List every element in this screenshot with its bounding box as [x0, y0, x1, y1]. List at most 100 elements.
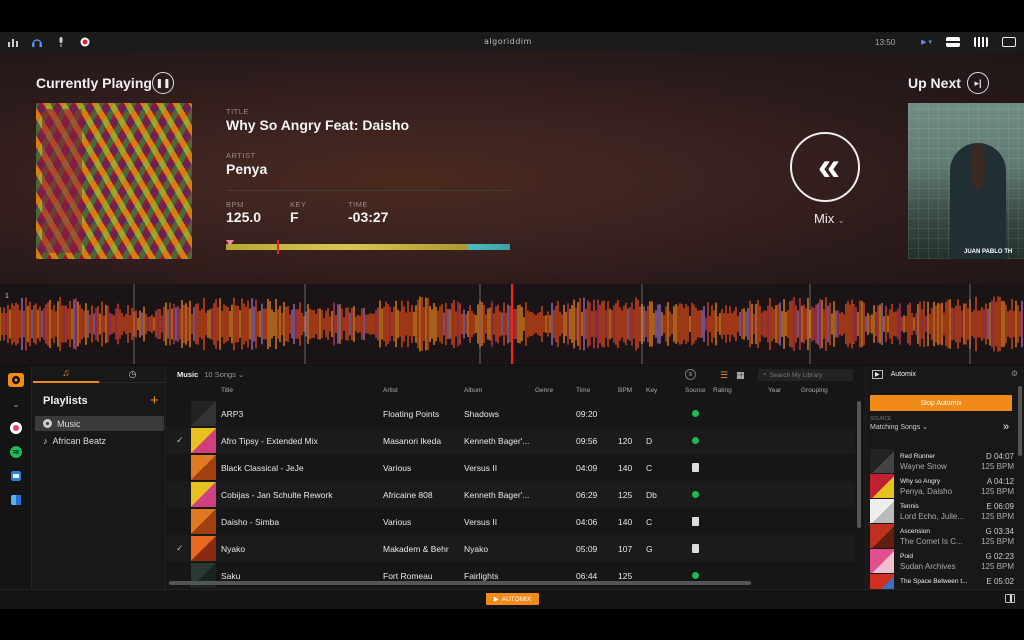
output-select-icon[interactable]: ▶ ▾ [921, 38, 932, 46]
fullscreen-icon[interactable] [1002, 37, 1016, 47]
playlist-label: African Beatz [52, 435, 107, 446]
column-artist[interactable]: Artist [383, 387, 398, 394]
djay-icon[interactable] [8, 373, 24, 387]
search-icon: ⌕ [763, 371, 767, 378]
video-icon[interactable] [8, 469, 24, 483]
time-remaining: -03:27 [348, 209, 389, 225]
mix-mode-select[interactable]: Mix ⌄ [814, 211, 845, 226]
playlist-item-music[interactable]: Music [35, 416, 164, 431]
pause-button[interactable]: ❚❚ [152, 72, 174, 94]
top-bar: algoriddim 13:50 ▶ ▾ [0, 32, 1024, 52]
columns-layout-icon[interactable] [974, 37, 988, 47]
automix-scrollbar[interactable] [1018, 386, 1022, 456]
add-playlist-button[interactable]: + [150, 392, 159, 409]
track-artist: Penya [226, 161, 268, 177]
table-header: Title Artist Album Genre Time BPM Key So… [167, 386, 863, 397]
tab-playlists[interactable]: ♫ [33, 366, 99, 383]
microphone-icon[interactable] [56, 37, 66, 47]
list-view-button[interactable]: ☰ [720, 370, 728, 381]
cell-album: Nyako [464, 544, 489, 554]
rewind-chevrons-icon: « [817, 144, 840, 189]
column-grouping[interactable]: Grouping [801, 387, 828, 394]
table-row[interactable]: ARP3 Floating Points Shadows 09:20 [167, 400, 855, 427]
song-table: Music 10 Songs ⌄ ≡ ☰ ▦ ⌕ Search My Libra… [167, 366, 863, 609]
stop-automix-button[interactable]: Stop Automix [870, 395, 1012, 411]
grid-view-button[interactable]: ▦ [736, 370, 745, 381]
column-bpm[interactable]: BPM [618, 387, 632, 394]
cell-album: Kenneth Bager'... [464, 436, 530, 446]
double-chevron-right-icon: » [1003, 421, 1010, 433]
queue-key-time: A 04:12 [986, 477, 1014, 486]
column-title[interactable]: Title [221, 387, 233, 394]
checkmark-icon: ✓ [176, 543, 184, 553]
table-row[interactable]: ✓ Afro Tipsy - Extended Mix Masanori Ikeda… [167, 427, 855, 454]
mix-button[interactable]: « [790, 132, 860, 202]
table-row[interactable]: ✓ Nyako Makadem & Behr Nyako 05:09 107 G [167, 535, 855, 562]
queue-artist: Lord Echo, Julie... [900, 512, 965, 521]
table-row[interactable]: Daisho - Simba Various Versus II 04:06 140 C [167, 508, 855, 535]
spotify-icon [692, 491, 699, 498]
music-note-icon: ♫ [62, 368, 70, 379]
record-icon[interactable] [80, 37, 90, 47]
column-key[interactable]: Key [646, 387, 657, 394]
tab-history[interactable]: ◷ [99, 366, 166, 383]
sidebar-toggle-icon[interactable]: ▐ [1005, 594, 1015, 603]
table-row[interactable]: Cobijas - Jan Schulte Rework Africaine 80… [167, 481, 855, 508]
source-select[interactable]: Matching Songs ⌄ [870, 423, 928, 431]
queue-item[interactable]: Red Runner Wayne Snow D 04:07 125 BPM [870, 449, 1014, 473]
source-label: SOURCE [870, 416, 892, 422]
track-artwork [870, 524, 894, 548]
column-year[interactable]: Year [768, 387, 781, 394]
vertical-scrollbar[interactable] [857, 401, 861, 528]
column-genre[interactable]: Genre [535, 387, 553, 394]
cell-time: 06:44 [576, 571, 598, 581]
automix-title: Automix [890, 371, 916, 378]
source-sidebar: ⌄ ▲ [0, 366, 32, 609]
cell-key: C [646, 463, 653, 473]
playlist-item-african-beatz[interactable]: ♪ African Beatz [35, 433, 164, 448]
table-row[interactable]: Black Classical - JeJe Various Versus II 04… [167, 454, 855, 481]
skip-next-icon: ▸| [974, 77, 982, 88]
track-title: Why So Angry Feat: Daisho [226, 117, 410, 133]
queue-item[interactable]: Tennis Lord Echo, Julie... E 06:09 125 BPM [870, 499, 1014, 523]
chevron-down-icon[interactable]: ⌄ [8, 397, 24, 411]
track-overview-waveform[interactable] [226, 240, 510, 254]
queue-item[interactable]: Ascension The Comet Is C... G 03:34 125 BPM [870, 524, 1014, 548]
queue-item[interactable]: Why so Angry Penya, Daisho A 04:12 125 BPM [870, 474, 1014, 498]
cell-key: Db [646, 490, 657, 500]
single-deck-layout-icon[interactable] [946, 37, 960, 47]
spotify-icon[interactable] [8, 445, 24, 459]
main-waveform[interactable]: 1 [0, 284, 1024, 364]
queue-item[interactable]: Poid Sudan Archives G 02:23 125 BPM [870, 549, 1014, 573]
time-label: TIME [348, 200, 368, 209]
filter-button[interactable]: ≡ [685, 369, 696, 380]
finder-icon[interactable] [8, 493, 24, 507]
itunes-icon[interactable] [8, 421, 24, 435]
mixer-icon[interactable] [8, 37, 18, 47]
column-rating[interactable]: Rating [713, 387, 732, 394]
column-album[interactable]: Album [464, 387, 482, 394]
column-time[interactable]: Time [576, 387, 590, 394]
key-value: F [290, 209, 299, 225]
skip-next-button[interactable]: ▸| [967, 72, 989, 94]
queue-name: Red Runner [900, 453, 936, 460]
play-icon[interactable]: ▶ [872, 370, 883, 379]
cell-bpm: 140 [618, 463, 633, 473]
skip-forward-button[interactable]: » [1003, 421, 1009, 433]
search-input[interactable]: ⌕ Search My Library [758, 369, 853, 381]
queue-bpm: 125 BPM [981, 562, 1014, 571]
headphones-icon[interactable] [32, 37, 42, 47]
gear-icon[interactable]: ⚙ [1011, 369, 1018, 378]
cell-title: Nyako [221, 544, 246, 554]
cell-time: 05:09 [576, 544, 598, 554]
song-count-select[interactable]: 10 Songs ⌄ [204, 370, 244, 379]
file-icon [692, 517, 699, 526]
automix-toggle-button[interactable]: ▶ AUTOMIX [486, 593, 539, 605]
waveform-graph [0, 284, 1023, 364]
playhead[interactable] [277, 240, 279, 254]
cell-artist: Africaine 808 [383, 490, 433, 500]
cell-artist: Floating Points [383, 409, 440, 419]
column-source[interactable]: Source [685, 387, 706, 394]
horizontal-scrollbar[interactable] [169, 581, 751, 585]
pause-icon: ❚❚ [155, 77, 171, 88]
